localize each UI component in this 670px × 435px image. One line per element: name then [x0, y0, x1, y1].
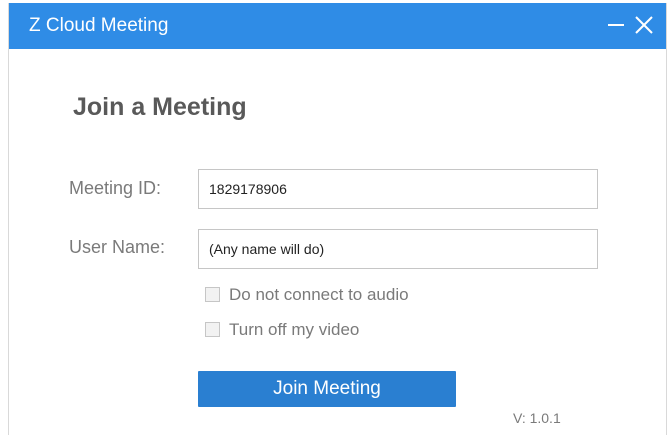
video-off-label: Turn off my video	[229, 320, 360, 339]
join-meeting-button[interactable]: Join Meeting	[198, 371, 456, 407]
no-audio-label: Do not connect to audio	[229, 285, 409, 304]
no-audio-checkbox[interactable]	[205, 287, 220, 302]
title-bar[interactable]: Z Cloud Meeting	[9, 3, 666, 49]
user-name-label: User Name:	[69, 237, 166, 257]
page-title: Join a Meeting	[73, 93, 247, 121]
meeting-id-label: Meeting ID:	[69, 178, 162, 198]
minimize-button[interactable]	[607, 15, 625, 35]
minimize-icon	[608, 24, 624, 26]
close-icon	[635, 16, 653, 34]
user-name-input[interactable]	[198, 229, 598, 269]
meeting-id-input[interactable]	[198, 169, 598, 209]
video-off-checkbox[interactable]	[205, 322, 220, 337]
join-meeting-window: Z Cloud Meeting Join a Meeting Meeting I…	[8, 3, 667, 435]
version-label: V: 1.0.1	[513, 410, 561, 426]
window-title: Z Cloud Meeting	[29, 15, 169, 36]
close-button[interactable]	[633, 14, 655, 36]
